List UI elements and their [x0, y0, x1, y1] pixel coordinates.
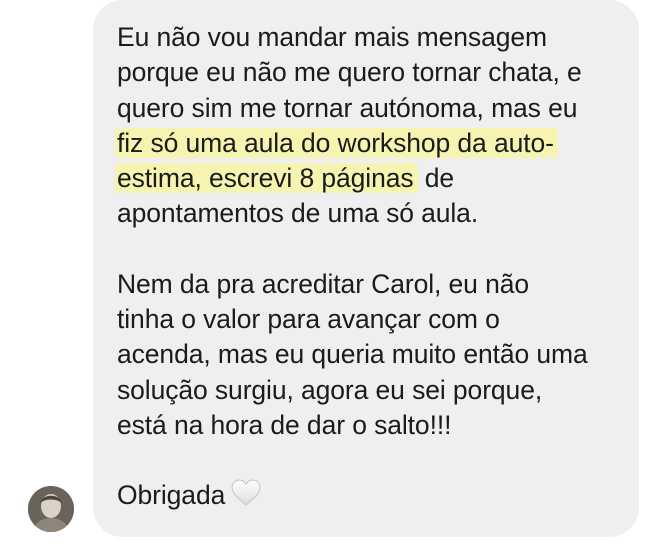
- sender-avatar[interactable]: [28, 486, 74, 532]
- text-highlight: fiz só uma aula do workshop da auto-: [115, 127, 558, 158]
- message-paragraph-2: Nem da pra acreditar Carol, eu não tinha…: [117, 267, 609, 443]
- message-line-highlighted: fiz só uma aula do workshop da auto-: [115, 126, 609, 161]
- message-line: quero sim me tornar autónoma, mas eu: [117, 92, 578, 123]
- message-paragraph-1: Eu não vou mandar mais mensagem porque e…: [115, 20, 609, 232]
- message-line: Eu não vou mandar mais mensagem: [117, 22, 547, 52]
- message-line: acenda, mas eu queria muito então uma: [117, 339, 588, 370]
- message-closing: Obrigada: [117, 478, 609, 516]
- message-line: porque eu não me quero tornar chata, e: [117, 57, 582, 88]
- message-line: está na hora de dar o salto!!!: [117, 409, 452, 440]
- message-line: Nem da pra acreditar Carol, eu não: [117, 268, 529, 299]
- message-line: apontamentos de uma só aula.: [117, 198, 479, 229]
- text-highlight: estima, escrevi 8 páginas: [115, 163, 418, 194]
- message-line-partially-highlighted: estima, escrevi 8 páginas de: [115, 161, 609, 196]
- message-text: de: [417, 163, 455, 194]
- white-heart-icon: [231, 479, 261, 516]
- closing-text: Obrigada: [117, 480, 226, 511]
- message-line: tinha o valor para avançar com o: [117, 304, 500, 335]
- message-line: solução surgiu, agora eu sei porque,: [117, 374, 543, 405]
- message-bubble[interactable]: Eu não vou mandar mais mensagem porque e…: [93, 0, 639, 537]
